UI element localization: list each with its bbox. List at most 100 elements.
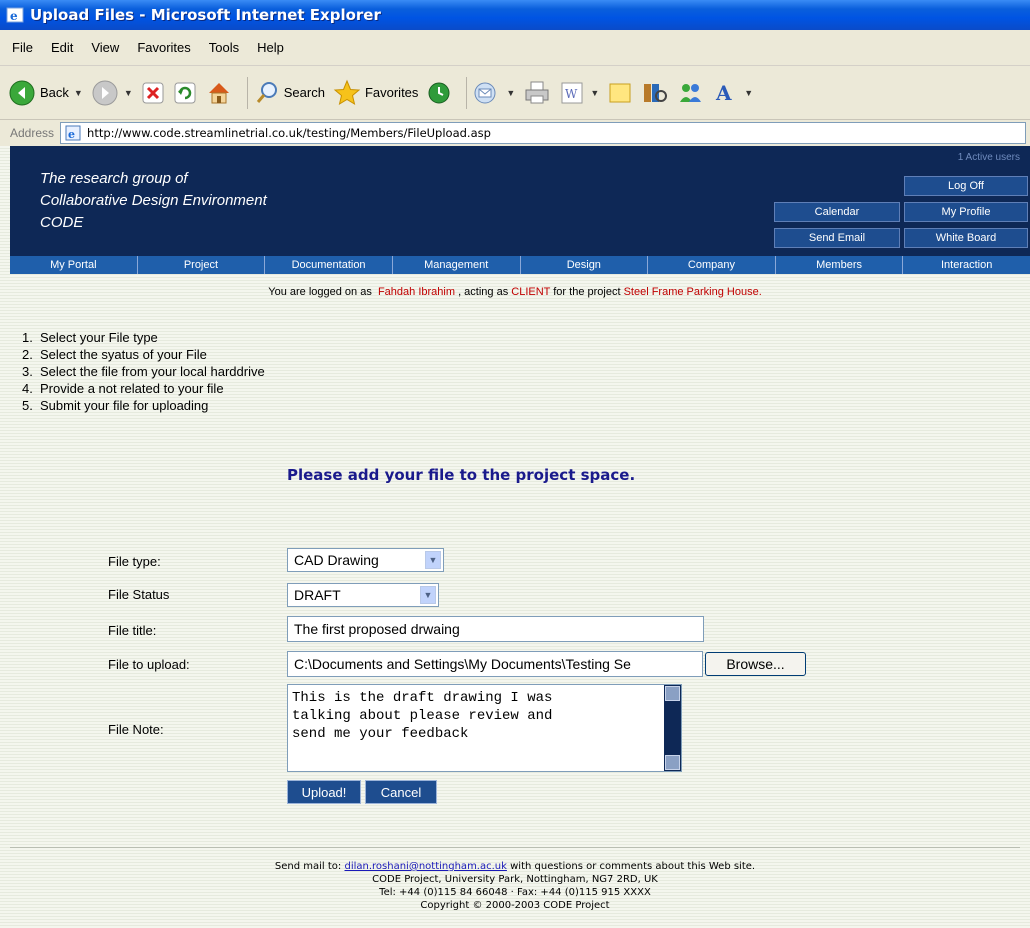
step-number: 4.: [22, 381, 33, 396]
refresh-icon: [174, 82, 196, 103]
org-line-1: The research group of: [40, 170, 188, 187]
address-bar: Address e http://www.code.streamlinetria…: [0, 120, 1030, 146]
forward-button[interactable]: ▼: [91, 79, 133, 107]
chevron-down-icon[interactable]: ▼: [124, 88, 133, 98]
back-icon: [9, 80, 35, 105]
address-input[interactable]: e http://www.code.streamlinetrial.co.uk/…: [60, 122, 1026, 144]
nav-interaction[interactable]: Interaction: [903, 256, 1030, 274]
file-note-text: This is the draft drawing I was talking …: [292, 690, 553, 742]
chevron-down-icon[interactable]: ▼: [74, 88, 83, 98]
browse-button[interactable]: Browse...: [705, 652, 806, 676]
chevron-down-icon[interactable]: ▼: [590, 88, 599, 98]
file-type-label: File type:: [108, 554, 161, 569]
white-board-button[interactable]: White Board: [904, 228, 1028, 248]
print-button[interactable]: [523, 80, 551, 106]
scroll-up-icon[interactable]: [665, 686, 680, 701]
page-footer: Send mail to: dilan.roshani@nottingham.a…: [0, 860, 1030, 912]
file-type-select[interactable]: CAD Drawing ▼: [287, 548, 444, 572]
window-title-bar: e Upload Files - Microsoft Internet Expl…: [0, 0, 1030, 30]
toolbar-separator: [466, 76, 468, 109]
search-button[interactable]: Search: [254, 80, 325, 106]
logon-status: You are logged on as Fahdah Ibrahim , ac…: [0, 286, 1030, 298]
chevron-down-icon[interactable]: ▼: [506, 88, 515, 98]
step-text: Select your File type: [40, 330, 158, 345]
window-title: Upload Files - Microsoft Internet Explor…: [30, 6, 381, 24]
logon-prefix: You are logged on as: [268, 286, 372, 298]
file-title-label: File title:: [108, 623, 157, 638]
nav-members[interactable]: Members: [776, 256, 904, 274]
step-number: 5.: [22, 398, 33, 413]
chevron-down-icon[interactable]: ▼: [420, 586, 436, 604]
footer-copyright: Copyright © 2000-2003 CODE Project: [420, 900, 610, 911]
research-button[interactable]: [641, 80, 669, 106]
footer-email-link[interactable]: dilan.roshani@nottingham.ac.uk: [344, 861, 506, 872]
font-size-button[interactable]: A ▼: [713, 80, 753, 106]
research-icon: [644, 83, 668, 102]
messenger-button[interactable]: [677, 80, 705, 106]
textarea-scrollbar[interactable]: [664, 685, 681, 771]
browser-toolbar: Back ▼ ▼ Search Favorites ▼ W ▼ A ▼: [0, 66, 1030, 120]
menu-favorites[interactable]: Favorites: [137, 40, 190, 55]
logon-user: Fahdah Ibrahim: [377, 286, 455, 298]
menu-view[interactable]: View: [91, 40, 119, 55]
step-number: 1.: [22, 330, 33, 345]
calendar-button[interactable]: Calendar: [774, 202, 900, 222]
log-off-button[interactable]: Log Off: [904, 176, 1028, 196]
nav-design[interactable]: Design: [521, 256, 649, 274]
upload-button[interactable]: Upload!: [287, 780, 361, 804]
file-status-select[interactable]: DRAFT ▼: [287, 583, 439, 607]
nav-company[interactable]: Company: [648, 256, 776, 274]
search-icon: [256, 81, 277, 103]
footer-line-1: Send mail to: dilan.roshani@nottingham.a…: [0, 860, 1030, 873]
main-nav: My Portal Project Documentation Manageme…: [10, 256, 1030, 274]
send-email-button[interactable]: Send Email: [774, 228, 900, 248]
print-icon: [525, 81, 549, 103]
cancel-button[interactable]: Cancel: [365, 780, 437, 804]
messenger-icon: [680, 83, 702, 102]
stop-button[interactable]: [141, 81, 165, 105]
history-button[interactable]: [426, 80, 452, 106]
step-item: 4. Provide a not related to your file: [22, 380, 265, 397]
file-note-textarea[interactable]: This is the draft drawing I was talking …: [287, 684, 682, 772]
logon-project: Steel Frame Parking House.: [623, 286, 762, 298]
my-profile-button[interactable]: My Profile: [904, 202, 1028, 222]
edit-button[interactable]: W ▼: [559, 80, 599, 106]
footer-phone: Tel: +44 (0)115 84 66048 · Fax: +44 (0)1…: [379, 887, 651, 898]
chevron-down-icon[interactable]: ▼: [425, 551, 441, 569]
nav-my-portal[interactable]: My Portal: [10, 256, 138, 274]
menu-edit[interactable]: Edit: [51, 40, 73, 55]
step-text: Submit your file for uploading: [40, 398, 209, 413]
back-button[interactable]: Back ▼: [8, 79, 83, 107]
file-upload-input[interactable]: C:\Documents and Settings\My Documents\T…: [287, 651, 703, 677]
file-upload-label: File to upload:: [108, 657, 190, 672]
address-url: http://www.code.streamlinetrial.co.uk/te…: [87, 126, 491, 140]
favorites-button[interactable]: Favorites: [333, 79, 418, 107]
svg-text:e: e: [68, 128, 75, 141]
footer-mail-suffix: with questions or comments about this We…: [510, 861, 756, 872]
menu-tools[interactable]: Tools: [209, 40, 239, 55]
scroll-down-icon[interactable]: [665, 755, 680, 770]
file-title-input[interactable]: The first proposed drwaing: [287, 616, 704, 642]
nav-documentation[interactable]: Documentation: [265, 256, 393, 274]
mail-button[interactable]: ▼: [473, 80, 515, 106]
page-icon: [609, 83, 631, 102]
search-label: Search: [283, 85, 325, 100]
chevron-down-icon[interactable]: ▼: [744, 88, 753, 98]
step-item: 5. Submit your file for uploading: [22, 397, 265, 414]
nav-management[interactable]: Management: [393, 256, 521, 274]
menu-file[interactable]: File: [12, 40, 33, 55]
step-item: 3. Select the file from your local harddr…: [22, 363, 265, 380]
nav-project[interactable]: Project: [138, 256, 266, 274]
step-number: 3.: [22, 364, 33, 379]
font-icon: A: [715, 81, 732, 105]
toolbar-separator: [246, 76, 248, 109]
step-text: Provide a not related to your file: [40, 381, 224, 396]
address-label: Address: [10, 126, 55, 140]
refresh-button[interactable]: [173, 81, 197, 105]
menu-help[interactable]: Help: [257, 40, 284, 55]
favorites-star-icon: [333, 79, 361, 105]
footer-address: CODE Project, University Park, Nottingha…: [372, 874, 658, 885]
home-button[interactable]: [205, 79, 233, 107]
discuss-button[interactable]: [607, 80, 633, 106]
home-icon: [208, 82, 229, 103]
